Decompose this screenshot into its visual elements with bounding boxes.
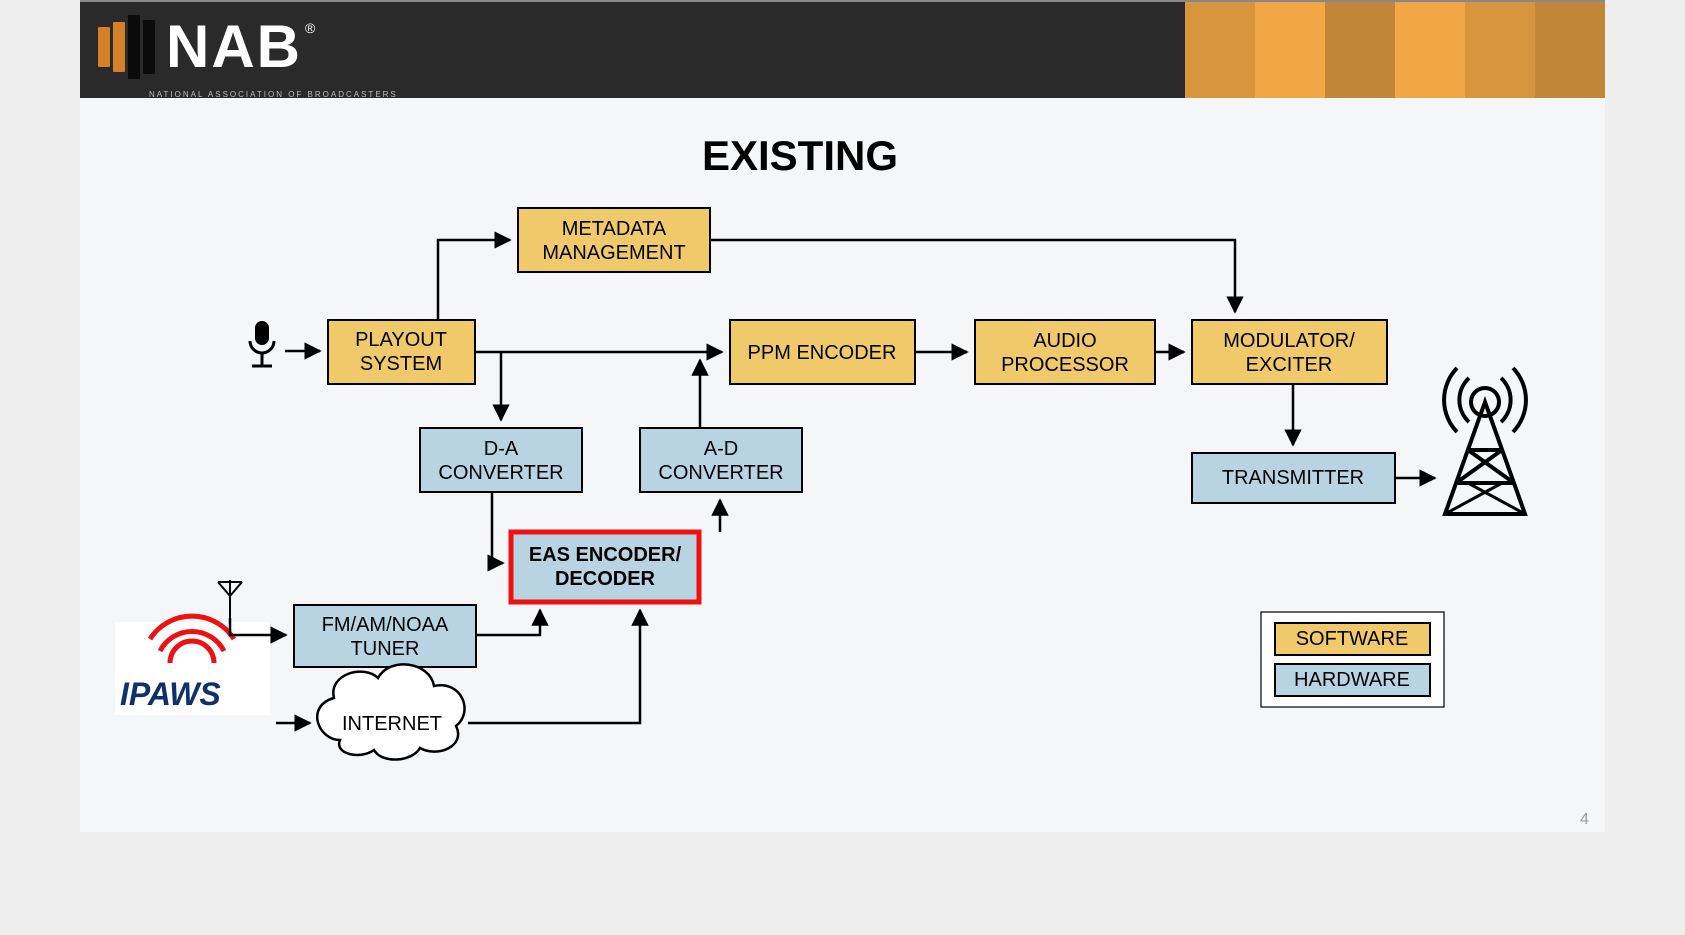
- svg-text:TUNER: TUNER: [351, 638, 420, 660]
- arrow-da-eas: [492, 492, 503, 563]
- svg-text:AUDIO: AUDIO: [1033, 330, 1096, 352]
- svg-text:SOFTWARE: SOFTWARE: [1296, 628, 1409, 650]
- svg-text:SYSTEM: SYSTEM: [360, 353, 442, 375]
- nab-logo: NAB ® NATIONAL ASSOCIATION OF BROADCASTE…: [98, 12, 315, 81]
- svg-text:A-D: A-D: [704, 438, 738, 460]
- eas-encoder-decoder-block: [511, 532, 699, 602]
- svg-text:FM/AM/NOAA: FM/AM/NOAA: [322, 614, 449, 636]
- svg-text:PLAYOUT: PLAYOUT: [355, 329, 447, 351]
- mic-icon: [250, 321, 274, 366]
- svg-text:EXCITER: EXCITER: [1246, 354, 1333, 376]
- svg-text:MANAGEMENT: MANAGEMENT: [542, 242, 685, 264]
- page-number: 4: [1580, 811, 1589, 828]
- svg-text:IPAWS: IPAWS: [120, 676, 221, 712]
- antenna-icon: [218, 580, 242, 618]
- svg-text:MODULATOR/: MODULATOR/: [1223, 330, 1355, 352]
- svg-text:PROCESSOR: PROCESSOR: [1001, 354, 1129, 376]
- arrow-metadata-modulator: [710, 240, 1235, 312]
- svg-text:CONVERTER: CONVERTER: [658, 462, 783, 484]
- header-decor: [1185, 2, 1605, 98]
- arrow-tuner-eas: [476, 610, 540, 635]
- svg-text:EAS ENCODER/: EAS ENCODER/: [529, 544, 682, 566]
- tower-icon: [1444, 368, 1526, 514]
- slide-content: EXISTING PLAYOUT SYSTEM PLAYOUT SYSTEM M…: [80, 98, 1605, 832]
- svg-text:TRANSMITTER: TRANSMITTER: [1222, 467, 1364, 489]
- svg-text:CONVERTER: CONVERTER: [438, 462, 563, 484]
- svg-text:PPM ENCODER: PPM ENCODER: [748, 342, 897, 364]
- legend: SOFTWARE HARDWARE: [1261, 612, 1444, 707]
- svg-text:HARDWARE: HARDWARE: [1294, 669, 1410, 691]
- ipaws-logo: IPAWS: [115, 616, 270, 715]
- svg-text:D-A: D-A: [484, 438, 519, 460]
- arrow-playout-metadata: [438, 240, 510, 320]
- svg-text:INTERNET: INTERNET: [342, 713, 442, 735]
- logo-text: NAB: [166, 12, 302, 81]
- svg-text:DECODER: DECODER: [555, 568, 656, 590]
- arrow-internet-eas: [468, 610, 640, 723]
- diagram-svg: EXISTING PLAYOUT SYSTEM PLAYOUT SYSTEM M…: [80, 98, 1605, 832]
- header-bar: NAB ® NATIONAL ASSOCIATION OF BROADCASTE…: [80, 2, 1605, 98]
- internet-cloud: INTERNET: [317, 664, 464, 759]
- diagram-title: EXISTING: [702, 132, 898, 179]
- svg-text:METADATA: METADATA: [562, 218, 667, 240]
